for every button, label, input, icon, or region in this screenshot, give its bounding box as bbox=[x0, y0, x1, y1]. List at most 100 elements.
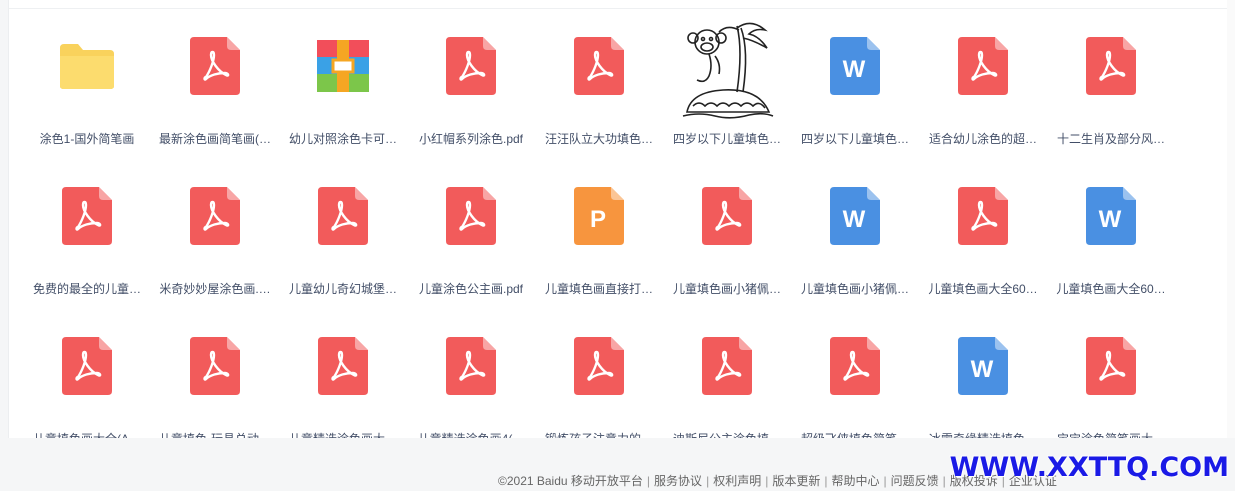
footer-separator: | bbox=[646, 474, 651, 488]
file-name: 米奇妙妙屋涂色画.… bbox=[159, 282, 271, 296]
file-name: 儿童精选涂色画4(… bbox=[409, 431, 533, 438]
file-name: 小红帽系列涂色.pdf bbox=[418, 132, 524, 146]
file-item[interactable]: W 儿童填色画大全60… bbox=[1047, 170, 1175, 320]
svg-text:W: W bbox=[971, 356, 994, 383]
pdf-file-icon bbox=[559, 326, 639, 406]
file-name: 儿童填色画大全(A… bbox=[25, 431, 149, 438]
file-item[interactable]: 儿童填色画大全60… bbox=[919, 170, 1047, 320]
footer-separator: | bbox=[824, 474, 828, 488]
pdf-file-icon bbox=[175, 26, 255, 106]
pdf-file-icon bbox=[943, 26, 1023, 106]
image-thumbnail bbox=[679, 20, 775, 120]
pdf-file-icon bbox=[687, 176, 767, 256]
file-item[interactable]: 超级飞侠填色简笔… bbox=[791, 320, 919, 438]
word-file-icon: W bbox=[815, 176, 895, 256]
file-name: 超级飞侠填色简笔… bbox=[793, 431, 917, 438]
file-name: 儿童涂色公主画.pdf bbox=[418, 282, 524, 296]
file-name: 免费的最全的儿童… bbox=[32, 282, 141, 296]
file-name: 儿童幼儿奇幻城堡… bbox=[288, 282, 397, 296]
file-name: 宝宝涂色简笔画大… bbox=[1049, 431, 1173, 438]
file-name: 儿童填色画直接打… bbox=[544, 282, 653, 296]
file-item[interactable]: 涂色1-国外简笔画 bbox=[23, 20, 151, 170]
file-name: 儿童精选涂色画大… bbox=[281, 431, 405, 438]
file-item[interactable]: 儿童填色画大全(A… bbox=[23, 320, 151, 438]
file-item[interactable]: 十二生肖及部分风… bbox=[1047, 20, 1175, 170]
file-name: 儿童填色画大全60… bbox=[1056, 282, 1166, 296]
file-name: 幼儿对照涂色卡可… bbox=[288, 132, 397, 146]
pdf-file-icon bbox=[943, 176, 1023, 256]
file-item[interactable]: 宝宝涂色简笔画大… bbox=[1047, 320, 1175, 438]
svg-text:P: P bbox=[590, 206, 606, 233]
footer-copyright: ©2021 Baidu bbox=[498, 474, 568, 488]
file-name: 儿童填色-玩具总动… bbox=[153, 431, 277, 438]
pdf-file-icon bbox=[303, 326, 383, 406]
pdf-file-icon bbox=[175, 326, 255, 406]
file-item[interactable]: P 儿童填色画直接打… bbox=[535, 170, 663, 320]
file-list-panel: 涂色1-国外简笔画 最新涂色画简笔画(… 幼儿对照涂色卡可… 小红帽系列涂色.pdf 汪… bbox=[8, 0, 1235, 438]
file-name: 锻炼孩子注意力的… bbox=[537, 431, 661, 438]
file-item[interactable]: 四岁以下儿童填色… bbox=[663, 20, 791, 170]
file-item[interactable]: 锻炼孩子注意力的… bbox=[535, 320, 663, 438]
file-name: 四岁以下儿童填色… bbox=[800, 132, 909, 146]
file-item[interactable]: W 儿童填色画小猪佩… bbox=[791, 170, 919, 320]
file-grid: 涂色1-国外简笔画 最新涂色画简笔画(… 幼儿对照涂色卡可… 小红帽系列涂色.pdf 汪… bbox=[23, 20, 1175, 438]
file-name: 迪斯尼公主涂色填… bbox=[665, 431, 789, 438]
file-item[interactable]: 儿童填色画小猪佩… bbox=[663, 170, 791, 320]
footer-link[interactable]: 权利声明 bbox=[713, 474, 761, 488]
file-item[interactable]: 小红帽系列涂色.pdf bbox=[407, 20, 535, 170]
word-file-icon: W bbox=[815, 26, 895, 106]
watermark-text: WWW.XXTTQ.COM bbox=[949, 452, 1229, 483]
file-item[interactable]: 迪斯尼公主涂色填… bbox=[663, 320, 791, 438]
footer-separator: | bbox=[765, 474, 769, 488]
file-name: 最新涂色画简笔画(… bbox=[159, 132, 271, 146]
pdf-file-icon bbox=[559, 26, 639, 106]
file-item[interactable]: 幼儿对照涂色卡可… bbox=[279, 20, 407, 170]
file-item[interactable]: 最新涂色画简笔画(… bbox=[151, 20, 279, 170]
file-item[interactable]: 适合幼儿涂色的超… bbox=[919, 20, 1047, 170]
footer-link[interactable]: 问题反馈 bbox=[891, 474, 939, 488]
pdf-file-icon bbox=[431, 176, 511, 256]
archive-file-icon bbox=[303, 26, 383, 106]
pdf-file-icon bbox=[1071, 26, 1151, 106]
pdf-file-icon bbox=[687, 326, 767, 406]
file-name: 儿童填色画小猪佩… bbox=[800, 282, 909, 296]
pdf-file-icon bbox=[47, 176, 127, 256]
footer-separator: | bbox=[942, 474, 946, 488]
word-file-icon: W bbox=[943, 326, 1023, 406]
pdf-file-icon bbox=[303, 176, 383, 256]
folder-icon bbox=[47, 26, 127, 106]
file-name: 四岁以下儿童填色… bbox=[672, 132, 781, 146]
word-file-icon: W bbox=[1071, 176, 1151, 256]
file-name: 冰雪奇缘精选填色… bbox=[921, 431, 1045, 438]
footer-link[interactable]: 服务协议 bbox=[654, 474, 702, 488]
file-item[interactable]: W 冰雪奇缘精选填色… bbox=[919, 320, 1047, 438]
file-name: 儿童填色画小猪佩… bbox=[672, 282, 781, 296]
file-item[interactable]: 免费的最全的儿童… bbox=[23, 170, 151, 320]
pdf-file-icon bbox=[431, 26, 511, 106]
file-item[interactable]: 儿童涂色公主画.pdf bbox=[407, 170, 535, 320]
file-item[interactable]: 汪汪队立大功填色… bbox=[535, 20, 663, 170]
file-name: 儿童填色画大全60… bbox=[928, 282, 1038, 296]
footer-separator: | bbox=[706, 474, 710, 488]
top-divider bbox=[9, 8, 1235, 9]
file-item[interactable]: 儿童精选涂色画大… bbox=[279, 320, 407, 438]
file-name: 汪汪队立大功填色… bbox=[544, 132, 653, 146]
file-name: 涂色1-国外简笔画 bbox=[39, 132, 135, 146]
file-item[interactable]: 米奇妙妙屋涂色画.… bbox=[151, 170, 279, 320]
file-item[interactable]: 儿童幼儿奇幻城堡… bbox=[279, 170, 407, 320]
footer-link[interactable]: 移动开放平台 bbox=[571, 474, 643, 488]
pdf-file-icon bbox=[175, 176, 255, 256]
file-name: 适合幼儿涂色的超… bbox=[928, 132, 1037, 146]
pdf-file-icon bbox=[1071, 326, 1151, 406]
svg-text:W: W bbox=[843, 56, 866, 83]
footer-link[interactable]: 帮助中心 bbox=[831, 474, 879, 488]
svg-text:W: W bbox=[1099, 206, 1122, 233]
file-name: 十二生肖及部分风… bbox=[1056, 132, 1165, 146]
file-item[interactable]: 儿童填色-玩具总动… bbox=[151, 320, 279, 438]
ppt-file-icon: P bbox=[559, 176, 639, 256]
pdf-file-icon bbox=[47, 326, 127, 406]
file-item[interactable]: W 四岁以下儿童填色… bbox=[791, 20, 919, 170]
scrollbar[interactable] bbox=[1227, 0, 1235, 438]
file-item[interactable]: 儿童精选涂色画4(… bbox=[407, 320, 535, 438]
footer-link[interactable]: 版本更新 bbox=[772, 474, 820, 488]
